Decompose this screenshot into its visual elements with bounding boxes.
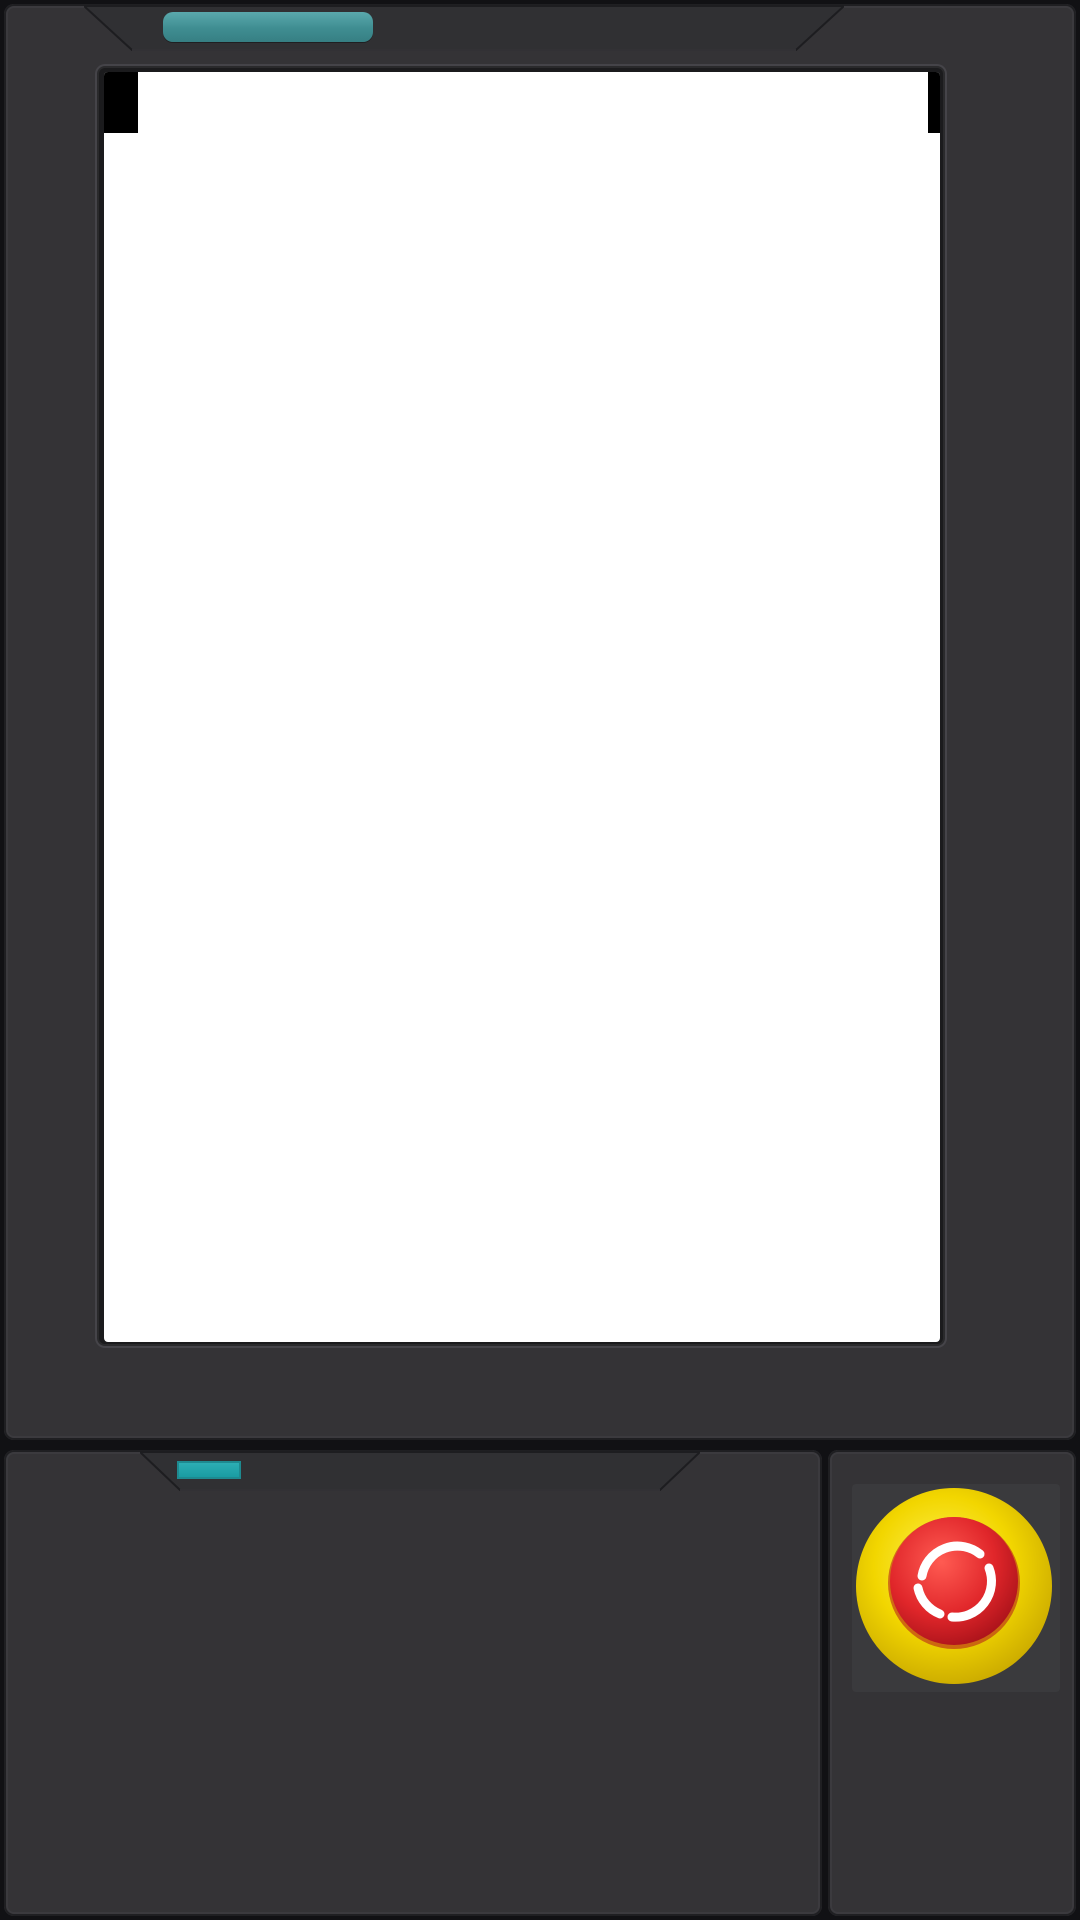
emergency-stop-icon[interactable] <box>852 1484 1060 1692</box>
panel-terminal <box>0 0 1080 1920</box>
power-indicator-light <box>177 1461 241 1479</box>
screen-corner-left <box>104 72 138 133</box>
display-screen[interactable] <box>104 72 940 1342</box>
lower-left-bezel <box>4 1450 822 1916</box>
status-indicator-light <box>163 12 373 42</box>
screen-corner-right <box>928 72 940 133</box>
